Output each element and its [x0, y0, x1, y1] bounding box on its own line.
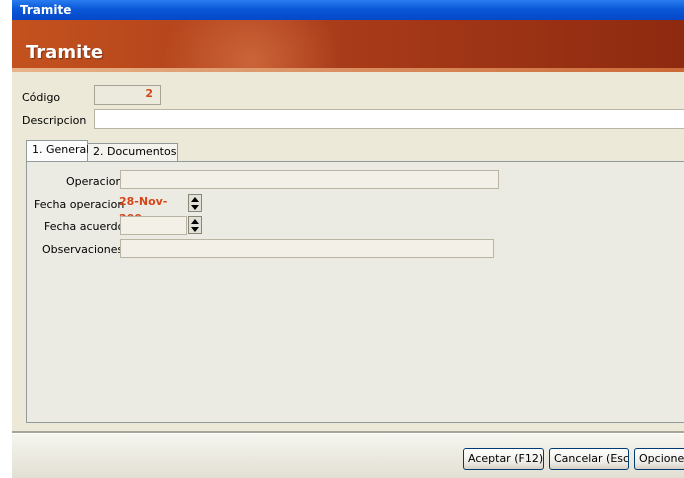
dialog-window: Tramite Tramite Código 2 Descripcion 1. …	[12, 0, 684, 478]
observaciones-label: Observaciones	[42, 243, 124, 256]
fecha-acuerdo-spinner[interactable]	[188, 216, 202, 234]
banner-strip	[12, 68, 684, 72]
opciones-button[interactable]: Opciones	[634, 448, 684, 470]
spin-down-icon[interactable]	[191, 205, 199, 210]
observaciones-field[interactable]	[120, 239, 494, 258]
codigo-field[interactable]: 2	[94, 85, 161, 105]
cancelar-button[interactable]: Cancelar (Esc)	[549, 448, 629, 470]
tab-documentos[interactable]: 2. Documentos	[88, 143, 178, 161]
operacion-label: Operacion	[66, 175, 123, 188]
codigo-label: Código	[22, 91, 61, 104]
tab-general[interactable]: 1. General	[26, 140, 89, 162]
fecha-operacion-spinner[interactable]	[188, 194, 202, 212]
window-titlebar[interactable]: Tramite	[12, 0, 684, 20]
descripcion-field[interactable]	[94, 109, 684, 129]
spin-down-icon[interactable]	[191, 227, 199, 232]
banner-title: Tramite	[26, 42, 104, 63]
spin-up-icon[interactable]	[191, 197, 199, 202]
operacion-field[interactable]	[120, 170, 499, 189]
spin-up-icon[interactable]	[191, 219, 199, 224]
banner-decoration	[162, 20, 342, 72]
fecha-acuerdo-label: Fecha acuerdo	[44, 220, 125, 233]
header-banner: Tramite	[12, 20, 684, 72]
fecha-acuerdo-field[interactable]	[120, 216, 187, 235]
fecha-operacion-field[interactable]: 28-Nov-200	[119, 193, 186, 225]
fecha-operacion-label: Fecha operacion	[34, 198, 125, 211]
descripcion-label: Descripcion	[22, 114, 87, 127]
aceptar-button[interactable]: Aceptar (F12)	[463, 448, 544, 470]
window-title: Tramite	[20, 3, 72, 17]
